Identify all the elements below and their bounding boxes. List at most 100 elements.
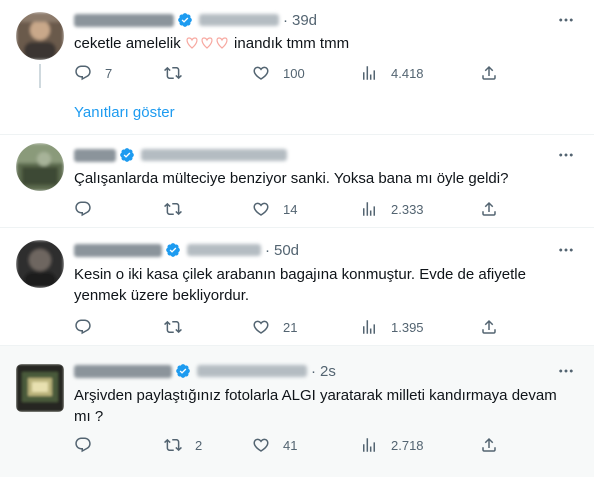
views-icon	[360, 318, 378, 336]
share-button[interactable]	[480, 63, 498, 83]
retweet-button[interactable]	[164, 199, 182, 219]
white-heart-outline-emoji	[186, 37, 228, 49]
tweet-actions: 14 2.333	[66, 199, 506, 219]
views-button[interactable]: 1.395	[360, 317, 424, 337]
views-count: 4.418	[391, 65, 424, 81]
reply-button[interactable]: 7	[74, 63, 112, 83]
tweet-header: · 50d	[74, 240, 299, 260]
tweet-text-part: ceketle amelelik	[74, 35, 185, 52]
thread-line	[39, 64, 41, 88]
tweet-actions: 21 1.395	[66, 317, 506, 337]
reply-count: 7	[105, 65, 113, 81]
more-icon[interactable]	[556, 240, 576, 260]
retweet-icon	[164, 64, 182, 82]
retweet-icon	[164, 318, 182, 336]
like-button[interactable]: 41	[252, 435, 297, 455]
views-count: 2.333	[391, 201, 424, 217]
author-name-redacted[interactable]	[74, 13, 174, 27]
author-name-redacted[interactable]	[74, 243, 162, 257]
separator-dot: ·	[283, 11, 288, 29]
like-button[interactable]: 14	[252, 199, 297, 219]
views-icon	[360, 200, 378, 218]
tweet-text: ceketle amelelik inandık tmm tmm	[74, 33, 574, 54]
like-icon	[252, 436, 270, 454]
views-button[interactable]: 2.718	[360, 435, 424, 455]
avatar[interactable]	[16, 12, 64, 60]
tweet-1[interactable]: · 39d ceketle amelelik inandık tmm tmm 7…	[0, 0, 594, 134]
verified-badge-icon	[165, 242, 181, 258]
avatar[interactable]	[16, 143, 64, 191]
views-count: 2.718	[391, 437, 424, 453]
like-count: 21	[283, 319, 298, 335]
author-name-redacted[interactable]	[74, 148, 116, 162]
views-button[interactable]: 4.418	[360, 63, 424, 83]
verified-badge-icon	[175, 363, 191, 379]
share-icon	[480, 200, 498, 218]
retweet-icon	[164, 200, 182, 218]
like-icon	[252, 200, 270, 218]
more-icon[interactable]	[556, 361, 576, 381]
share-button[interactable]	[480, 435, 498, 455]
author-handle-redacted[interactable]	[197, 365, 307, 377]
like-count: 14	[283, 201, 298, 217]
reply-icon	[74, 64, 92, 82]
author-name-redacted[interactable]	[74, 364, 172, 378]
tweet-time[interactable]: 39d	[292, 12, 317, 29]
views-icon	[360, 64, 378, 82]
tweet-text-line: Arşivden paylaştığınız fotolarla ALGI ya…	[74, 387, 557, 404]
tweet-header	[74, 145, 287, 165]
tweet-header: · 2s	[74, 361, 336, 381]
retweet-button[interactable]: 2	[164, 435, 202, 455]
retweet-button[interactable]	[164, 317, 182, 337]
reply-icon	[74, 318, 92, 336]
author-handle-redacted[interactable]	[199, 14, 279, 26]
like-icon	[252, 318, 270, 336]
like-button[interactable]: 100	[252, 63, 305, 83]
tweet-text-line: mı ?	[74, 408, 104, 425]
share-icon	[480, 436, 498, 454]
avatar[interactable]	[16, 364, 64, 412]
like-icon	[252, 64, 270, 82]
author-handle-redacted[interactable]	[141, 149, 287, 161]
like-count: 41	[283, 437, 298, 453]
reply-button[interactable]	[74, 317, 92, 337]
separator-dot: ·	[265, 241, 270, 259]
share-icon	[480, 64, 498, 82]
tweet-text: Arşivden paylaştığınız fotolarla ALGI ya…	[74, 385, 574, 427]
retweet-count: 2	[195, 437, 203, 453]
show-replies-link[interactable]: Yanıtları göster	[74, 104, 175, 121]
verified-badge-icon	[177, 12, 193, 28]
avatar[interactable]	[16, 240, 64, 288]
tweet-2[interactable]: Çalışanlarda mülteciye benziyor sanki. Y…	[0, 135, 594, 227]
tweet-text: Kesin o iki kasa çilek arabanın bagajına…	[74, 264, 574, 306]
share-button[interactable]	[480, 199, 498, 219]
reply-button[interactable]	[74, 199, 92, 219]
tweet-time[interactable]: 2s	[320, 363, 336, 380]
reply-icon	[74, 200, 92, 218]
tweet-time[interactable]: 50d	[274, 242, 299, 259]
like-button[interactable]: 21	[252, 317, 297, 337]
separator-dot: ·	[311, 362, 316, 380]
verified-badge-icon	[119, 147, 135, 163]
tweet-actions: 7 100 4.418	[66, 63, 506, 83]
more-icon[interactable]	[556, 10, 576, 30]
views-count: 1.395	[391, 319, 424, 335]
tweet-text-line: yenmek üzere bekliyordur.	[74, 287, 250, 304]
like-count: 100	[283, 65, 305, 81]
tweet-3[interactable]: · 50d Kesin o iki kasa çilek arabanın ba…	[0, 228, 594, 345]
views-button[interactable]: 2.333	[360, 199, 424, 219]
reply-icon	[74, 436, 92, 454]
tweet-header: · 39d	[74, 10, 317, 30]
reply-button[interactable]	[74, 435, 92, 455]
more-icon[interactable]	[556, 145, 576, 165]
retweet-button[interactable]	[164, 63, 182, 83]
tweet-text: Çalışanlarda mülteciye benziyor sanki. Y…	[74, 170, 509, 187]
tweet-text-line: Kesin o iki kasa çilek arabanın bagajına…	[74, 266, 526, 283]
retweet-icon	[164, 436, 182, 454]
author-handle-redacted[interactable]	[187, 244, 261, 256]
views-icon	[360, 436, 378, 454]
share-button[interactable]	[480, 317, 498, 337]
share-icon	[480, 318, 498, 336]
tweet-4[interactable]: · 2s Arşivden paylaştığınız fotolarla AL…	[0, 346, 594, 477]
tweet-actions: 2 41 2.718	[66, 435, 506, 455]
